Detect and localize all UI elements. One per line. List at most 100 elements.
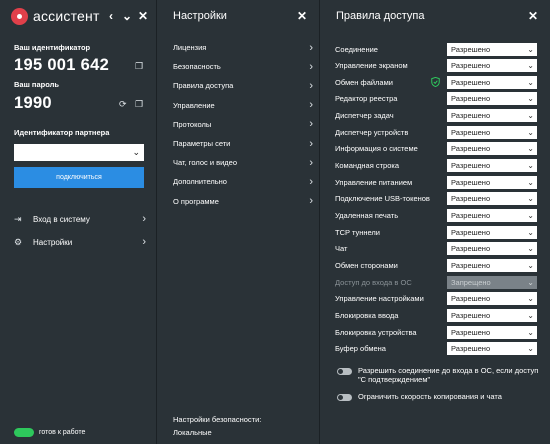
access-rule-select[interactable]: Разрешено ⌄ <box>447 42 537 56</box>
access-option-label: Разрешить соединение до входа в ОС, если… <box>358 366 539 384</box>
access-rule-row: Управление настройками Разрешено ⌄ <box>335 292 537 306</box>
chevron-down-icon: ⌄ <box>527 144 534 154</box>
nav-item-settings[interactable]: ⚙ Настройки › <box>14 235 146 249</box>
refresh-icon[interactable]: ⟳ <box>119 99 127 110</box>
settings-menu-item-label: Протоколы <box>173 119 212 129</box>
access-rule-select[interactable]: Разрешено ⌄ <box>447 192 537 206</box>
chevron-down-icon: ⌄ <box>527 177 534 187</box>
access-rule-label: Управление экраном <box>335 61 408 71</box>
chevron-right-icon: › <box>309 60 313 73</box>
access-rule-label: Редактор реестра <box>335 94 398 104</box>
access-rule-select[interactable]: Разрешено ⌄ <box>447 325 537 339</box>
settings-menu-item[interactable]: Правила доступа › <box>173 79 313 92</box>
access-rule-label: Диспетчер задач <box>335 111 394 121</box>
access-rule-value: Разрешено <box>451 61 491 71</box>
access-rule-row: Информация о системе Разрешено ⌄ <box>335 142 537 156</box>
access-rule-select[interactable]: Разрешено ⌄ <box>447 342 537 356</box>
close-icon[interactable]: ✕ <box>528 9 538 23</box>
access-rule-label: Обмен сторонами <box>335 260 398 270</box>
partner-label: Идентификатор партнера <box>14 128 110 137</box>
chevron-down-icon: ⌄ <box>527 244 534 254</box>
settings-menu-item[interactable]: Лицензия › <box>173 41 313 54</box>
toggle-switch[interactable] <box>337 368 352 375</box>
close-icon[interactable]: ✕ <box>297 9 307 23</box>
nav-item-label: Вход в систему <box>33 214 90 224</box>
chevron-down-icon: ⌄ <box>527 161 534 171</box>
access-rule-select[interactable]: Разрешено ⌄ <box>447 159 537 173</box>
settings-menu-item[interactable]: Параметры сети › <box>173 137 313 150</box>
access-option[interactable]: Разрешить соединение до входа в ОС, если… <box>337 366 542 384</box>
access-rule-label: Буфер обмена <box>335 344 386 354</box>
access-rule-select[interactable]: Разрешено ⌄ <box>447 258 537 272</box>
access-rule-select[interactable]: Разрешено ⌄ <box>447 92 537 106</box>
copy-icon[interactable]: ❐ <box>135 61 143 72</box>
chevron-down-icon[interactable]: ⌄ <box>132 147 140 158</box>
access-rule-row: Командная строка Разрешено ⌄ <box>335 159 537 173</box>
access-rule-select[interactable]: Разрешено ⌄ <box>447 125 537 139</box>
nav-item-login[interactable]: ⇥ Вход в систему › <box>14 212 146 226</box>
access-rule-value: Разрешено <box>451 227 491 237</box>
access-rule-select[interactable]: Разрешено ⌄ <box>447 209 537 222</box>
settings-menu-item[interactable]: Дополнительно › <box>173 175 313 188</box>
access-rule-select: Запрещено ⌄ <box>447 275 537 289</box>
password-value: 1990 <box>14 94 52 112</box>
toggle-switch[interactable] <box>337 394 352 401</box>
access-rule-select[interactable]: Разрешено ⌄ <box>447 292 537 306</box>
chevron-down-icon: ⌄ <box>527 344 534 354</box>
access-rule-row: Управление экраном Разрешено ⌄ <box>335 59 537 73</box>
access-rule-label: Управление настройками <box>335 294 424 304</box>
settings-menu-item[interactable]: Управление › <box>173 99 313 112</box>
access-rule-value: Разрешено <box>451 144 491 154</box>
access-rule-value: Разрешено <box>451 244 491 254</box>
connect-button[interactable]: подключиться <box>14 167 144 188</box>
access-rule-select[interactable]: Разрешено ⌄ <box>447 142 537 156</box>
access-rule-select[interactable]: Разрешено ⌄ <box>447 175 537 189</box>
access-rule-label: Блокировка устройства <box>335 327 417 337</box>
settings-menu-item-label: Чат, голос и видео <box>173 158 237 168</box>
chevron-down-icon: ⌄ <box>527 327 534 337</box>
app-logo-icon <box>11 7 28 25</box>
settings-menu-item-label: О программе <box>173 196 219 206</box>
shield-icon <box>431 77 440 88</box>
settings-menu-item[interactable]: Чат, голос и видео › <box>173 156 313 169</box>
close-icon[interactable]: ✕ <box>138 9 148 23</box>
access-rule-select[interactable]: Разрешено ⌄ <box>447 59 537 73</box>
chevron-down-icon[interactable]: ⌄ <box>122 9 132 23</box>
id-label: Ваш идентификатор <box>14 43 91 52</box>
access-rule-row: Управление питанием Разрешено ⌄ <box>335 175 537 189</box>
settings-menu-item-label: Безопасность <box>173 62 221 72</box>
chevron-down-icon: ⌄ <box>527 44 534 54</box>
access-option[interactable]: Ограничить скорость копирования и чата <box>337 392 542 401</box>
chevron-down-icon: ⌄ <box>527 294 534 304</box>
settings-menu-item-label: Лицензия <box>173 43 207 52</box>
access-rule-select[interactable]: Разрешено ⌄ <box>447 242 537 256</box>
chevron-right-icon: › <box>309 156 313 169</box>
access-rule-select[interactable]: Разрешено ⌄ <box>447 225 537 239</box>
nav-item-label: Настройки <box>33 237 73 247</box>
access-rule-row: Диспетчер устройств Разрешено ⌄ <box>335 125 537 139</box>
chevron-right-icon: › <box>309 137 313 150</box>
back-icon[interactable]: ‹ <box>106 9 116 23</box>
partner-id-input[interactable]: ⌄ <box>14 144 144 161</box>
chevron-down-icon: ⌄ <box>527 260 534 270</box>
copy-icon[interactable]: ❐ <box>135 99 143 110</box>
settings-menu-item[interactable]: О программе › <box>173 195 313 208</box>
settings-title: Настройки <box>173 10 227 22</box>
settings-menu-item-label: Параметры сети <box>173 139 231 148</box>
access-rule-value: Разрешено <box>451 161 491 171</box>
access-rule-select[interactable]: Разрешено ⌄ <box>447 109 537 123</box>
settings-panel: Настройки ✕ Лицензия › Безопасность › Правил… <box>158 0 320 444</box>
access-rule-label: Чат <box>335 244 348 254</box>
access-rule-value: Разрешено <box>451 44 491 54</box>
settings-menu-item[interactable]: Безопасность › <box>173 60 313 73</box>
access-rule-value: Разрешено <box>451 94 491 104</box>
access-rule-label: Соединение <box>335 44 378 54</box>
access-rule-row: Подключение USB-токенов Разрешено ⌄ <box>335 192 537 206</box>
access-rule-label: Блокировка ввода <box>335 310 399 320</box>
access-rule-select[interactable]: Разрешено ⌄ <box>447 308 537 322</box>
chevron-down-icon: ⌄ <box>527 227 534 237</box>
access-rule-select[interactable]: Разрешено ⌄ <box>447 75 537 89</box>
access-rule-row: Блокировка устройства Разрешено ⌄ <box>335 325 537 339</box>
access-rule-row: TCP туннели Разрешено ⌄ <box>335 225 537 239</box>
settings-menu-item[interactable]: Протоколы › <box>173 118 313 131</box>
